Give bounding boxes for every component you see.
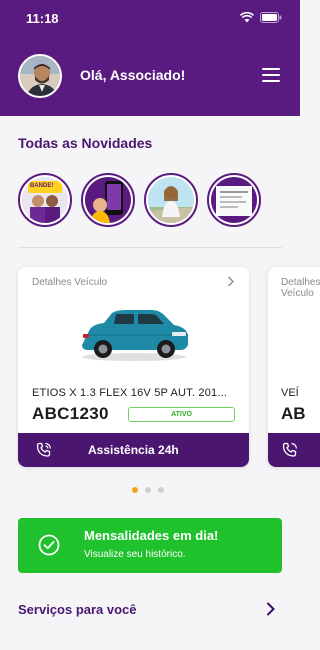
vehicle-card[interactable]: Detalhes Veículo VEÍ AB	[268, 267, 320, 467]
vehicle-plate: AB	[281, 404, 306, 423]
wifi-icon	[240, 12, 254, 23]
status-bar: 11:18	[0, 0, 300, 36]
story-label: BANDE!	[30, 183, 54, 189]
menu-line	[262, 68, 280, 70]
chevron-right-icon	[267, 602, 275, 616]
avatar[interactable]	[18, 54, 62, 98]
vehicle-model: ETIOS X 1.3 FLEX 16V 5P AUT. 201...	[32, 387, 228, 399]
pagination-dot[interactable]	[145, 487, 151, 493]
story-thumbnail: BANDE!	[22, 177, 68, 223]
story-thumbnail	[85, 177, 131, 223]
hamburger-menu-button[interactable]	[262, 68, 280, 84]
vehicle-card-heading: Detalhes Veículo	[32, 277, 108, 288]
pagination-dot[interactable]	[158, 487, 164, 493]
services-label: Serviços para você	[18, 602, 137, 617]
battery-icon	[260, 12, 282, 23]
phone-call-icon	[282, 442, 298, 457]
services-row[interactable]: Serviços para você	[18, 600, 282, 622]
status-time: 11:18	[26, 11, 59, 26]
vehicle-card-heading: Detalhes Veículo	[281, 277, 320, 299]
assistance-label: Assistência 24h	[88, 443, 179, 457]
car-icon	[82, 310, 188, 361]
stories-row: BANDE!	[18, 173, 261, 227]
menu-line	[262, 80, 280, 82]
payment-status-subtitle: Visualize seu histórico.	[84, 549, 186, 560]
greeting-text: Olá, Associado!	[80, 67, 186, 83]
story-thumbnail	[211, 177, 257, 223]
chevron-right-icon[interactable]	[227, 276, 235, 290]
section-divider	[18, 247, 282, 248]
story-item[interactable]	[207, 173, 261, 227]
vehicle-plate: ABC1230	[32, 404, 109, 423]
pagination-dot-active[interactable]	[132, 487, 138, 493]
assistance-24h-button[interactable]	[268, 433, 320, 467]
menu-line	[262, 74, 280, 76]
check-circle-icon	[38, 534, 60, 556]
carousel-pagination	[132, 487, 164, 493]
story-item[interactable]: BANDE!	[18, 173, 72, 227]
news-section-title: Todas as Novidades	[18, 135, 153, 151]
vehicle-card[interactable]: Detalhes Veículo ETIOS X 1.3 FLEX 16V 5P…	[18, 267, 249, 467]
payment-status-title: Mensalidades em dia!	[84, 528, 219, 543]
payments-status-banner[interactable]: Mensalidades em dia! Visualize seu histó…	[18, 518, 282, 573]
user-photo-icon	[20, 56, 60, 96]
phone-call-icon	[36, 442, 52, 457]
status-icons	[240, 12, 282, 23]
story-thumbnail	[148, 177, 194, 223]
assistance-24h-button[interactable]: Assistência 24h	[18, 433, 249, 467]
story-item[interactable]	[81, 173, 135, 227]
story-item[interactable]	[144, 173, 198, 227]
status-badge: ATIVO	[128, 407, 235, 422]
vehicle-model: VEÍ	[281, 387, 299, 399]
app-header: 11:18 Olá, Associado!	[0, 0, 300, 116]
